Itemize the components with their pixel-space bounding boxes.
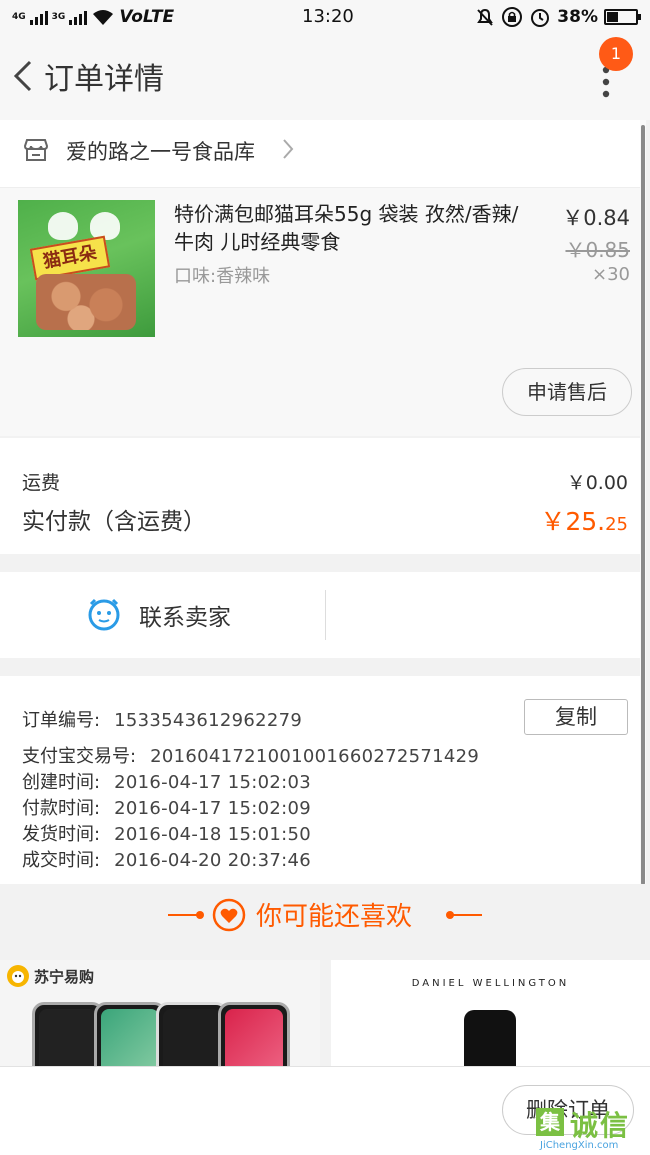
network-3g-label: 3G <box>51 12 66 22</box>
created-value: 2016-04-17 15:02:03 <box>114 772 311 793</box>
paid-label: 实付款（含运费） <box>22 509 206 535</box>
suning-brand-label: 苏宁易购 <box>34 967 95 986</box>
contact-seller-label: 联系卖家 <box>139 605 231 631</box>
chat-face-icon <box>88 598 120 631</box>
back-arrow-icon[interactable] <box>10 56 38 96</box>
scrollbar-thumb[interactable] <box>641 125 645 885</box>
nav-bar: 订单详情 1 <box>0 34 650 120</box>
contact-seller-button[interactable]: 联系卖家 <box>0 572 325 658</box>
product-quantity: ×30 <box>592 264 630 285</box>
signal-icon-2 <box>69 9 88 25</box>
order-number-row: 订单编号: 1533543612962279 <box>22 706 302 732</box>
clock: 13:20 <box>302 6 354 27</box>
paid-value-main: ￥25. <box>540 507 606 536</box>
after-sale-button[interactable]: 申请售后 <box>502 368 632 416</box>
alipay-row: 支付宝交易号: 2016041721001001660272571429 <box>22 742 479 768</box>
alarm-icon <box>531 9 550 27</box>
product-item[interactable]: 猫耳朵 特价满包邮猫耳朵55g 袋装 孜然/香辣/牛肉 儿时经典零食 口味:香辣… <box>0 188 640 436</box>
order-info: 订单编号: 1533543612962279 复制 支付宝交易号: 20160417… <box>0 676 640 884</box>
decor-dot-left <box>196 911 204 919</box>
fee-summary: 运费 ￥0.00 实付款（含运费） ￥25.25 <box>0 438 640 554</box>
done-label: 成交时间: <box>22 850 101 871</box>
battery-icon <box>604 9 641 25</box>
shipped-value: 2016-04-18 15:01:50 <box>114 824 311 845</box>
product-title[interactable]: 特价满包邮猫耳朵55g 袋装 孜然/香辣/牛肉 儿时经典零食 <box>174 200 534 256</box>
order-number-value: 1533543612962279 <box>114 710 303 731</box>
order-number-label: 订单编号: <box>22 710 101 731</box>
watermark-text: 诚信 <box>570 1109 631 1142</box>
product-image[interactable]: 猫耳朵 <box>18 200 155 337</box>
notification-badge: 1 <box>599 37 633 71</box>
mute-bell-icon <box>477 8 494 26</box>
page-title: 订单详情 <box>44 62 164 97</box>
status-right: 38% <box>475 6 641 28</box>
created-time-row: 创建时间: 2016-04-17 15:02:03 <box>22 768 311 794</box>
store-row[interactable]: 爱的路之一号食品库 <box>0 120 640 188</box>
wifi-icon <box>93 10 114 25</box>
suning-lion-icon <box>7 965 29 987</box>
store-name[interactable]: 爱的路之一号食品库 <box>66 136 255 166</box>
alipay-label: 支付宝交易号: <box>22 746 137 767</box>
shipped-label: 发货时间: <box>22 824 101 845</box>
watermark: 集 诚信 JiChengXin.com <box>532 1104 650 1155</box>
paid-value: ￥25.25 <box>540 502 628 538</box>
paid-value-decimal: 25 <box>605 514 628 535</box>
recommend-card-dw[interactable]: DANIEL WELLINGTON <box>331 960 650 1066</box>
divider <box>325 590 326 640</box>
copy-button[interactable]: 复制 <box>524 699 628 735</box>
shipping-value: ￥0.00 <box>566 472 628 494</box>
image-cat-decoration-2 <box>90 212 120 240</box>
contact-section: 联系卖家 <box>0 572 640 658</box>
shop-icon <box>23 139 49 161</box>
battery-percent: 38% <box>557 7 598 27</box>
heart-icon <box>212 898 246 932</box>
chevron-right-icon <box>283 139 294 159</box>
done-time-row: 成交时间: 2016-04-20 20:37:46 <box>22 846 311 872</box>
watermark-url: JiChengXin.com <box>540 1140 619 1151</box>
signal-icon <box>29 9 48 25</box>
product-spec: 口味:香辣味 <box>174 266 271 287</box>
recommend-card-suning[interactable]: 苏宁易购 <box>0 960 320 1066</box>
volte-label: VoLTE <box>119 7 175 27</box>
dw-brand-label: DANIEL WELLINGTON <box>411 978 570 989</box>
paid-time-label: 付款时间: <box>22 798 101 819</box>
product-price: ￥0.84 <box>562 206 630 230</box>
suning-brand: 苏宁易购 <box>6 964 94 988</box>
paid-time-value: 2016-04-17 15:02:09 <box>114 798 311 819</box>
rotation-lock-icon <box>502 7 523 27</box>
status-bar: 4G 3G VoLTE 13:20 38% <box>0 0 650 34</box>
alipay-value: 2016041721001001660272571429 <box>150 746 480 767</box>
phone-image-4 <box>218 1002 290 1066</box>
decor-line-right <box>452 914 482 916</box>
recommend-title: 你可能还喜欢 <box>256 902 413 932</box>
decor-line-left <box>168 914 198 916</box>
image-cat-decoration <box>48 212 78 240</box>
product-original-price: ￥0.85 <box>565 238 630 262</box>
shipping-label: 运费 <box>22 472 61 494</box>
watch-strap-image <box>464 1010 516 1066</box>
paid-time-row: 付款时间: 2016-04-17 15:02:09 <box>22 794 311 820</box>
shipped-time-row: 发货时间: 2016-04-18 15:01:50 <box>22 820 311 846</box>
status-left: 4G 3G VoLTE <box>12 7 174 27</box>
created-label: 创建时间: <box>22 772 101 793</box>
network-4g-label: 4G <box>12 12 26 22</box>
image-snack-pieces <box>36 274 136 330</box>
recommend-header: 你可能还喜欢 <box>0 884 650 948</box>
watermark-icon: 集 <box>536 1108 564 1136</box>
done-value: 2016-04-20 20:37:46 <box>114 850 311 871</box>
recommend-list: 苏宁易购 DANIEL WELLINGTON <box>0 960 650 1066</box>
